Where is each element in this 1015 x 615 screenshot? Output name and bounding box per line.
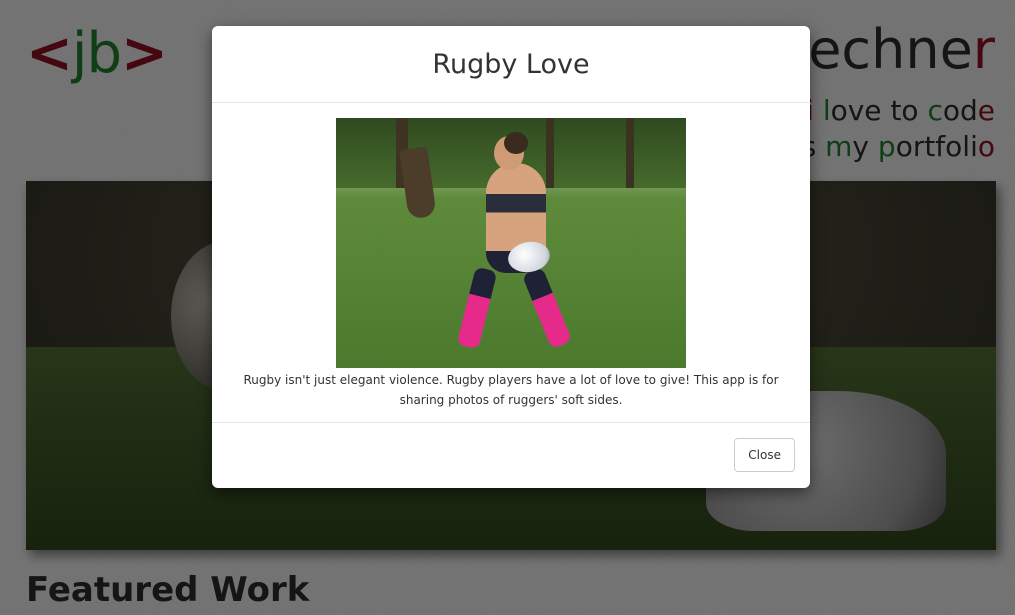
photo-player-leg-right — [521, 266, 573, 350]
modal-title: Rugby Love — [432, 48, 590, 80]
close-button[interactable]: Close — [734, 438, 795, 472]
modal-header: Rugby Love — [212, 26, 810, 103]
modal-body: Rugby isn't just elegant violence. Rugby… — [212, 103, 810, 423]
project-modal: Rugby Love Rugby isn't just elegant viol… — [212, 26, 810, 488]
photo-player-hair — [504, 132, 528, 154]
modal-caption: Rugby isn't just elegant violence. Rugby… — [243, 373, 779, 407]
photo-player-leg-left — [456, 266, 498, 350]
modal-footer: Close — [212, 423, 810, 487]
project-photo — [336, 118, 686, 368]
